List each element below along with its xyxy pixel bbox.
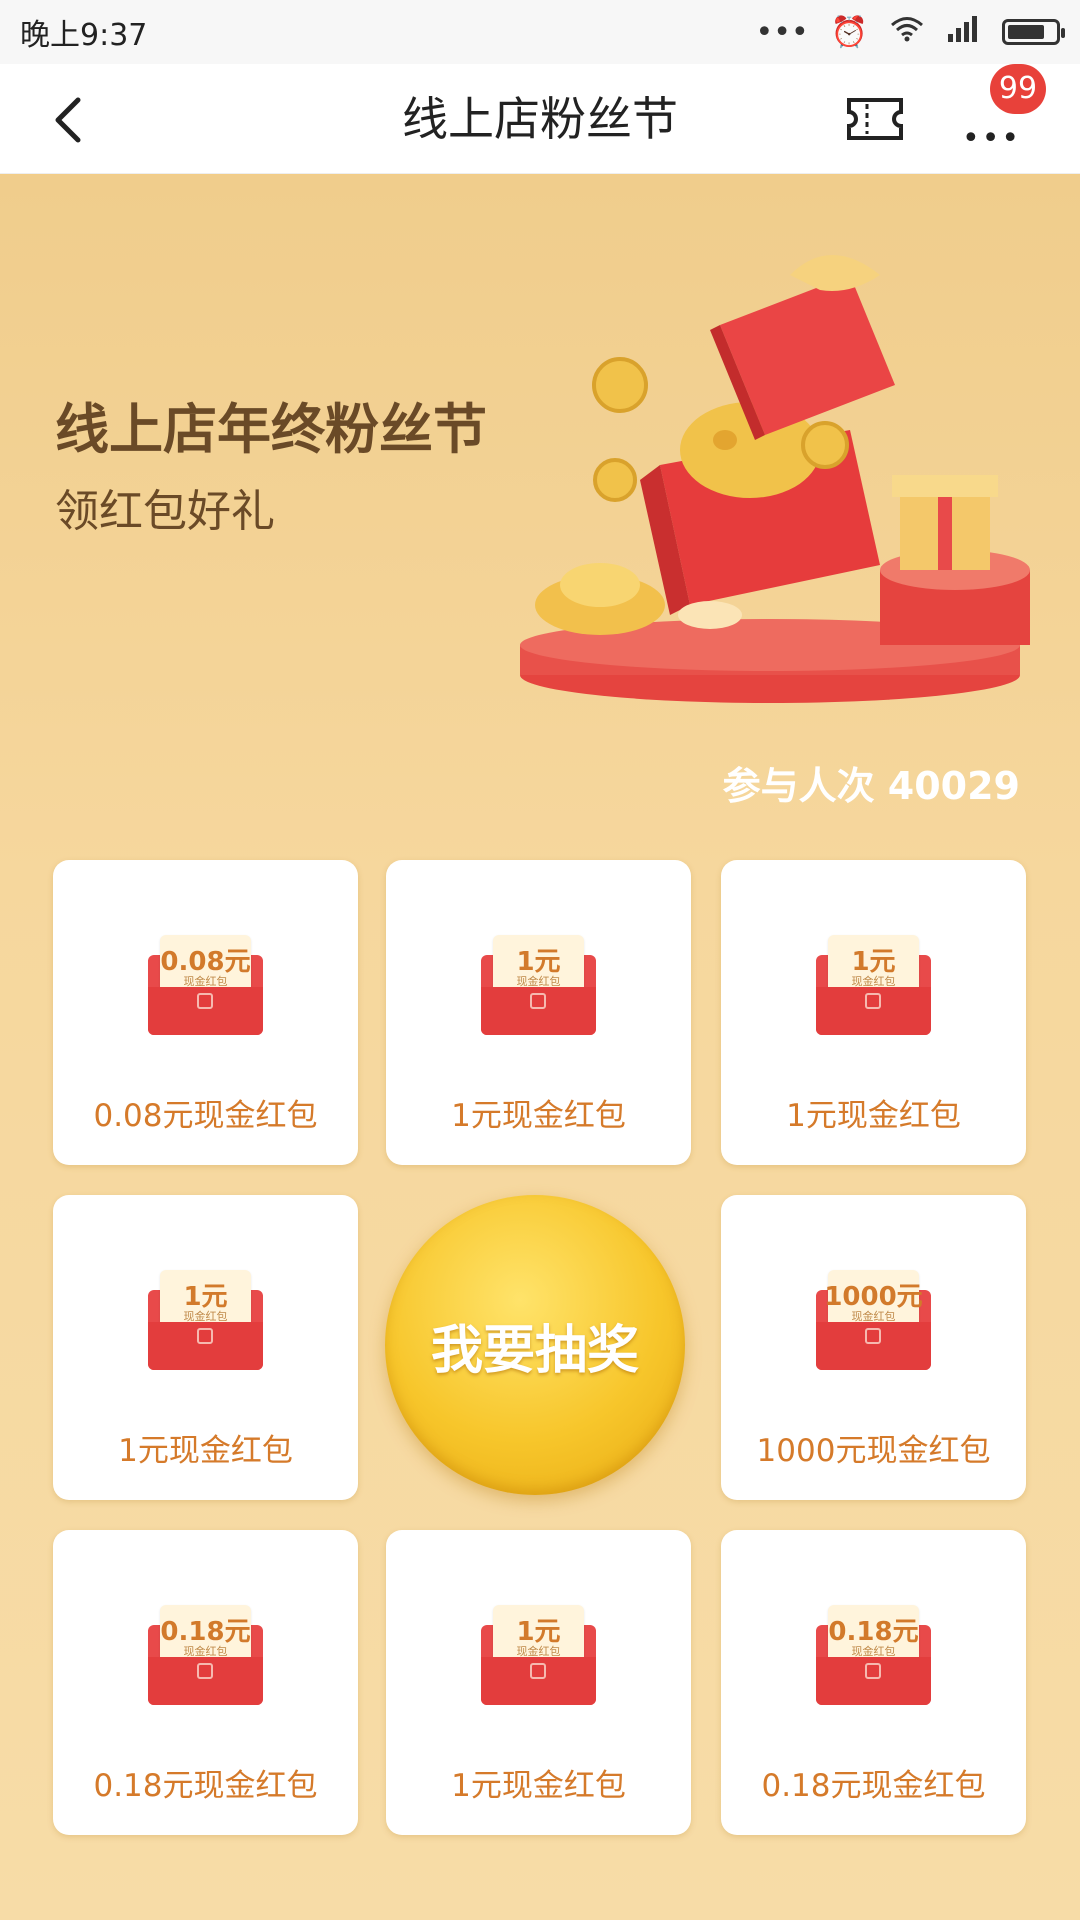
hero-subtitle: 领红包好礼 [55,486,275,537]
prize-label: 0.18元现金红包 [93,1768,318,1804]
red-envelope-icon: 0.18元 现金红包 [148,1605,263,1705]
prize-label: 1000元现金红包 [756,1433,991,1469]
notification-badge: 99 [990,64,1046,114]
hero-title: 线上店年终粉丝节 [55,398,487,461]
ticket-icon [847,98,903,140]
prize-card: 0.18元 现金红包 0.18元现金红包 [53,1530,358,1835]
wifi-icon [890,15,924,50]
lottery-button-label: 我要抽奖 [430,1320,639,1381]
status-time: 晚上9:37 [20,18,148,53]
prize-label: 1元现金红包 [451,1098,626,1134]
prize-card: 1元 现金红包 1元现金红包 [721,860,1026,1165]
prize-label: 1元现金红包 [118,1433,293,1469]
red-envelope-icon: 1元 现金红包 [481,935,596,1035]
prize-label: 0.18元现金红包 [761,1768,986,1804]
status-bar: 晚上9:37 ••• ⏰ [0,0,1080,64]
participant-count: 参与人次 40029 [722,764,1020,808]
back-button[interactable] [42,90,102,150]
status-icons: ••• ⏰ [755,14,1065,50]
prize-label: 1元现金红包 [786,1098,961,1134]
red-envelope-icon: 1元 现金红包 [816,935,931,1035]
lottery-button[interactable]: 我要抽奖 [385,1195,685,1495]
page-title: 线上店粉丝节 [402,92,678,146]
main-content: 线上店年终粉丝节 领红包好礼 参与人次 40029 0.08元 现金红包 0.0… [0,175,1080,1920]
prize-card: 0.08元 现金红包 0.08元现金红包 [53,860,358,1165]
prize-card: 1元 现金红包 1元现金红包 [386,860,691,1165]
more-icon: ••• [962,121,1022,156]
nav-bar: 线上店粉丝节 ••• [0,64,1080,174]
red-envelope-icon: 0.08元 现金红包 [148,935,263,1035]
more-notifications-icon: ••• [755,14,809,50]
alarm-icon: ⏰ [830,14,868,50]
prize-card: 0.18元 现金红包 0.18元现金红包 [721,1530,1026,1835]
prize-label: 0.08元现金红包 [93,1098,318,1134]
signal-icon [946,14,980,50]
prize-card: 1元 现金红包 1元现金红包 [53,1195,358,1500]
red-envelope-icon: 1元 现金红包 [481,1605,596,1705]
ticket-button[interactable] [845,92,905,146]
battery-icon [1002,19,1065,45]
red-envelope-icon: 0.18元 现金红包 [816,1605,931,1705]
chevron-left-icon [55,97,81,143]
prize-label: 1元现金红包 [451,1768,626,1804]
red-envelope-icon: 1元 现金红包 [148,1270,263,1370]
prize-card: 1000元 现金红包 1000元现金红包 [721,1195,1026,1500]
prize-card: 1元 现金红包 1元现金红包 [386,1530,691,1835]
gift-box-illustration [520,255,1030,703]
red-envelope-icon: 1000元 现金红包 [816,1270,931,1370]
